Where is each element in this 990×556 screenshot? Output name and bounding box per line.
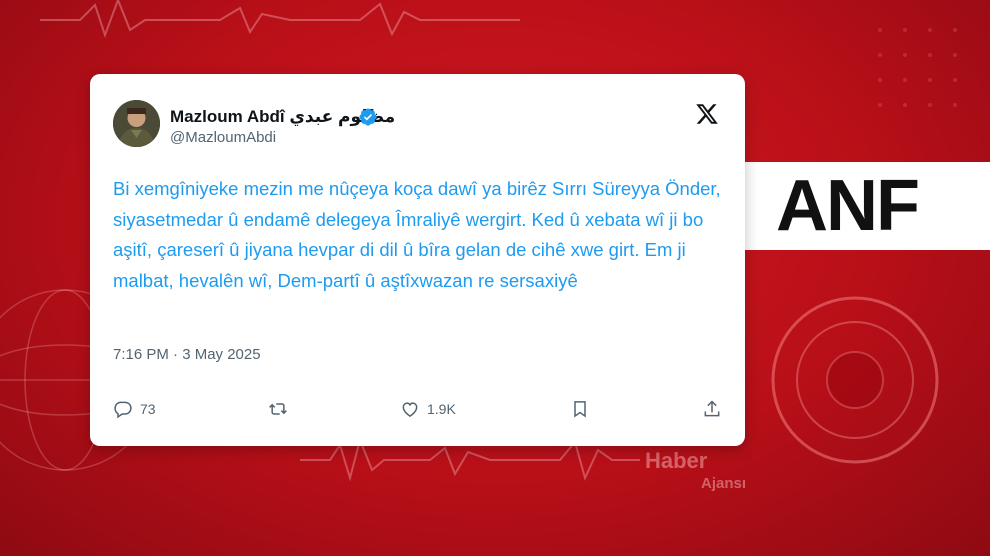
tweet-text[interactable]: Bi xemgîniyeke mezin me nûçeya koça dawî…: [113, 174, 733, 296]
avatar[interactable]: [113, 100, 160, 147]
reply-count: 73: [140, 401, 156, 417]
tweet-actions: 73 1.9K: [90, 396, 745, 424]
like-button[interactable]: 1.9K: [400, 396, 456, 422]
agency-word-haber: Haber: [645, 448, 708, 473]
like-count: 1.9K: [427, 401, 456, 417]
share-icon: [704, 400, 720, 417]
tweet-timestamp[interactable]: 7:16 PM · 3 May 2025: [113, 346, 261, 363]
verified-badge-icon: [359, 108, 377, 126]
x-logo-icon[interactable]: [694, 102, 720, 126]
anf-logo: ANF: [776, 166, 920, 246]
bookmark-icon: [574, 401, 586, 418]
bookmark-button[interactable]: [570, 396, 590, 422]
author-handle[interactable]: @MazloumAbdi: [170, 129, 276, 146]
share-button[interactable]: [702, 396, 722, 422]
heart-icon: [402, 402, 418, 417]
retweet-icon: [269, 403, 287, 415]
retweet-button[interactable]: [268, 396, 295, 422]
agency-word-ajansi: Ajansı: [701, 475, 747, 492]
tweet-card[interactable]: Mazloum Abdî مظلوم عبدي @MazloumAbdi Bi …: [90, 74, 745, 446]
reply-button[interactable]: 73: [113, 396, 156, 422]
avatar-image: [113, 100, 160, 147]
reply-icon: [114, 401, 132, 419]
